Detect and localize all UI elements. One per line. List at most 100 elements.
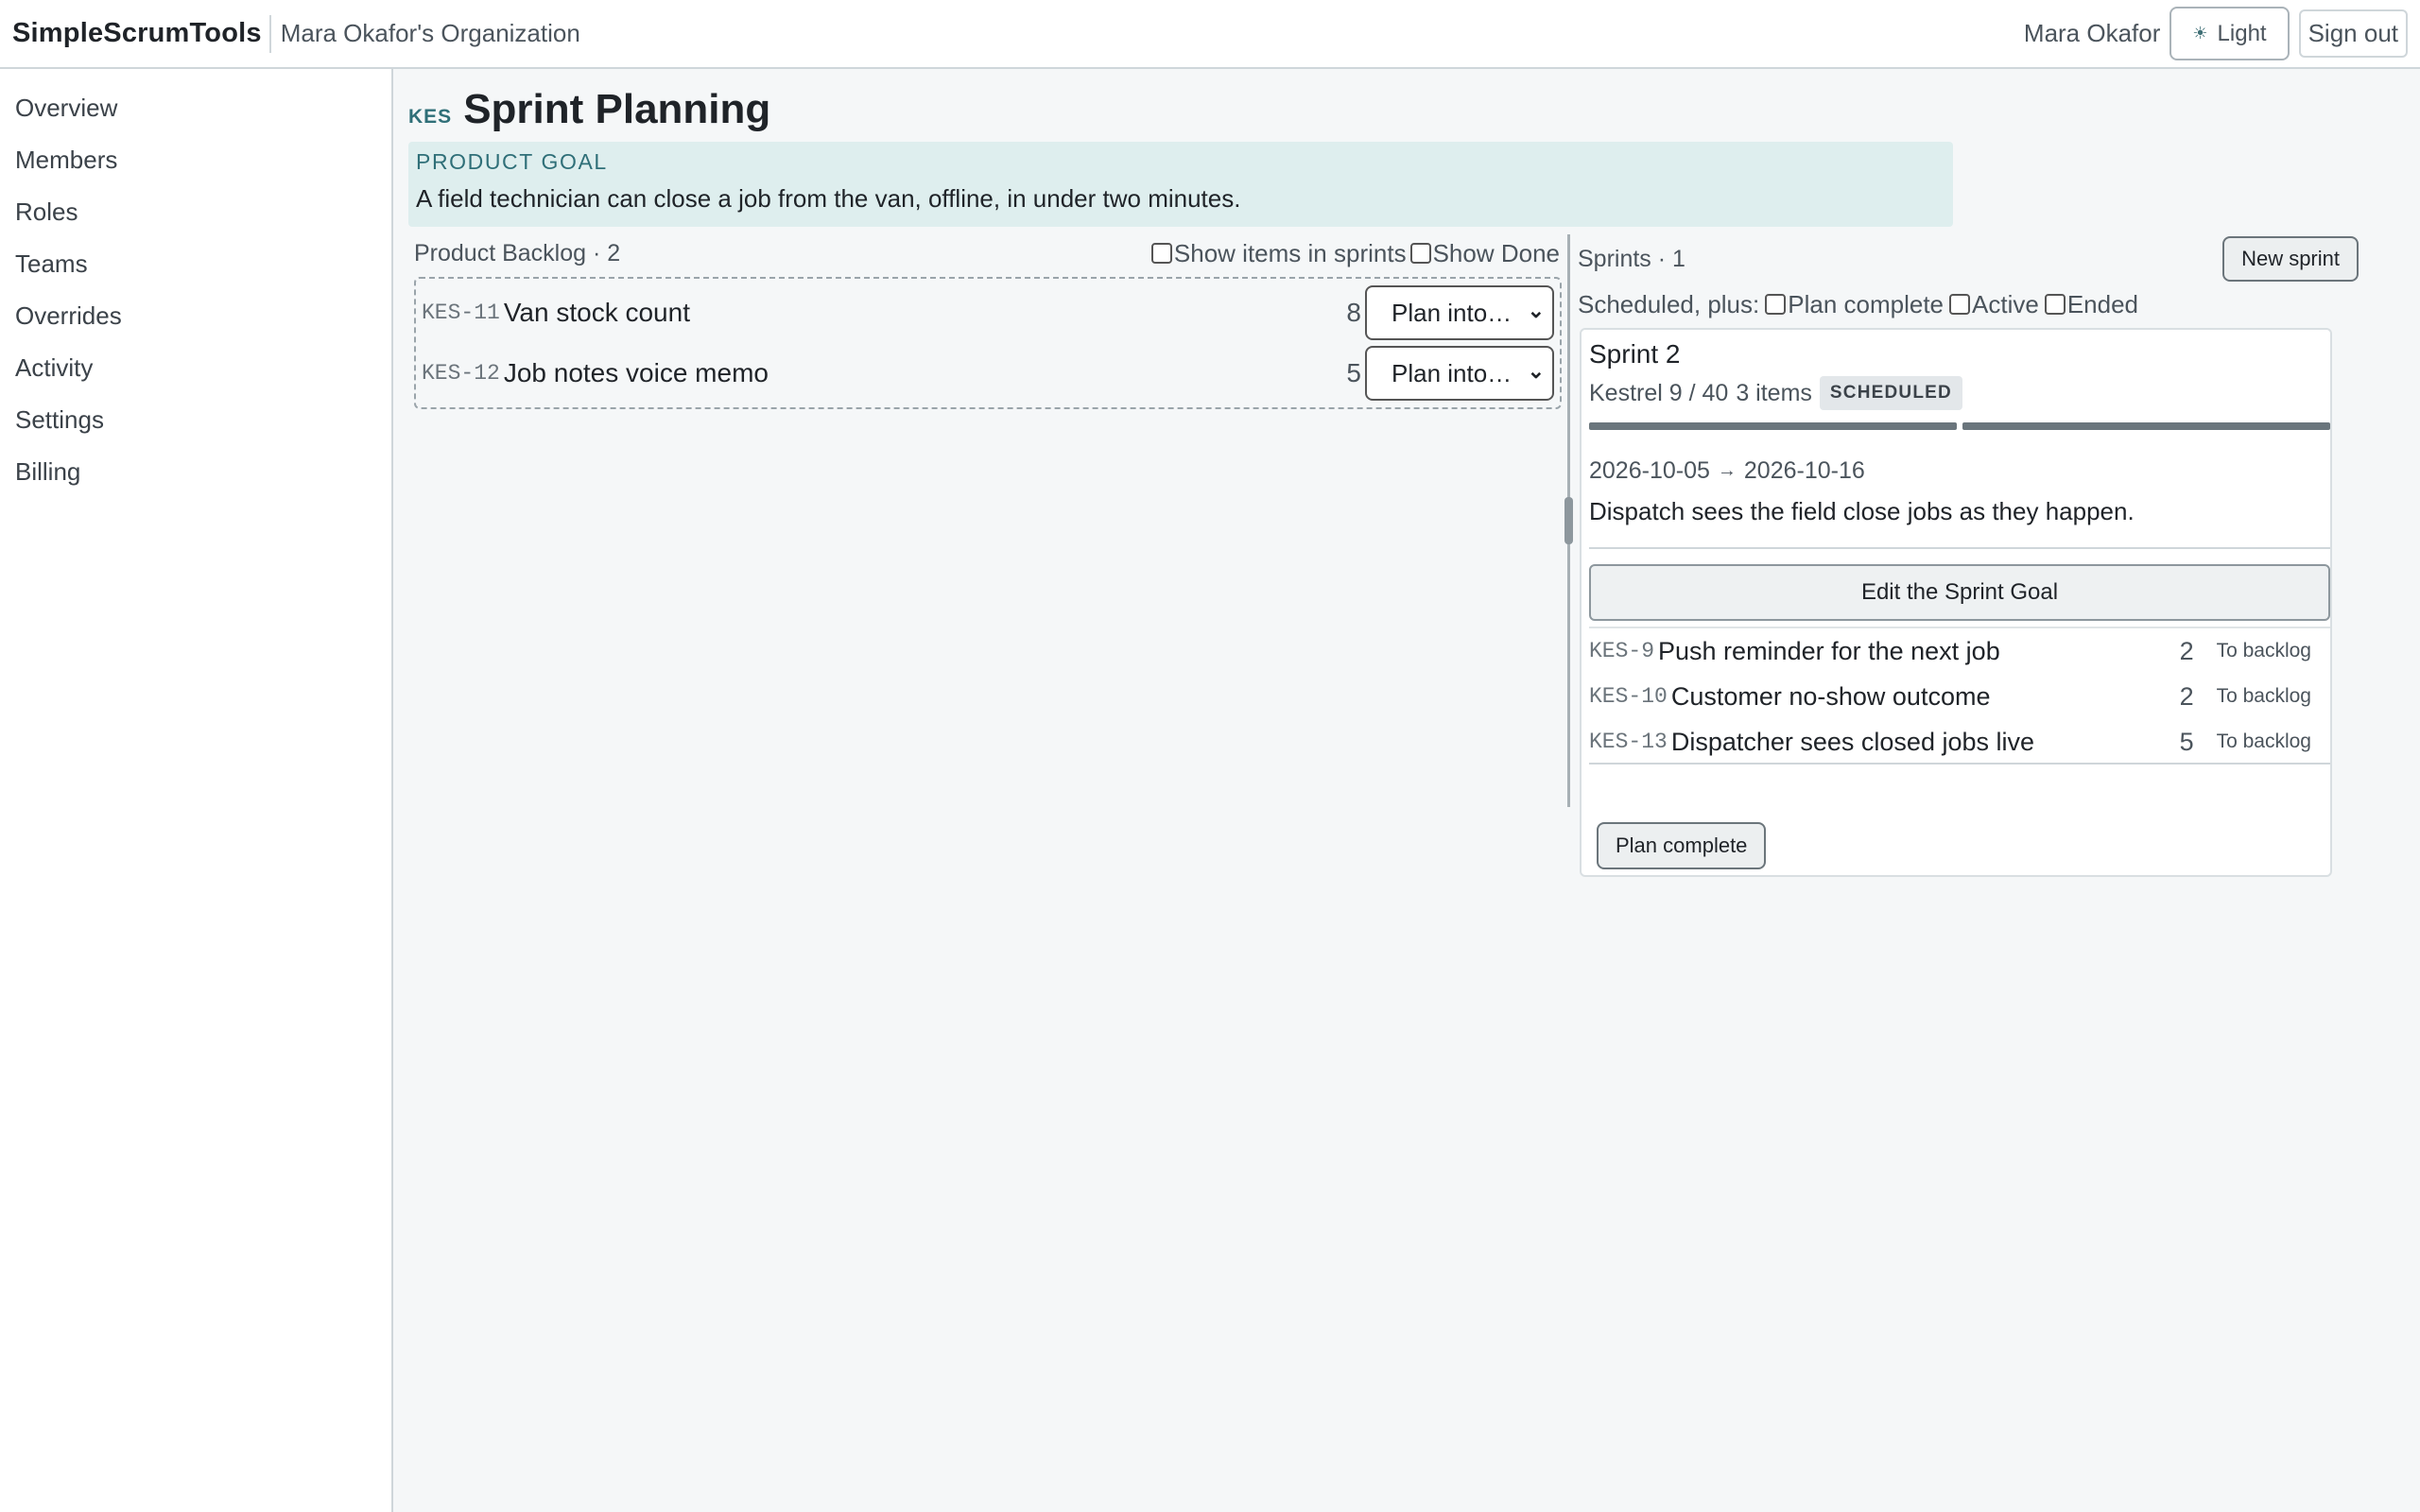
sign-out-button[interactable]: Sign out	[2298, 9, 2408, 58]
sprint-item-list: KES-9 Push reminder for the next job 2 T…	[1589, 627, 2330, 765]
sprints-title: Sprints · 1	[1578, 245, 1685, 272]
capacity-used-segment	[1589, 422, 1957, 430]
backlog-item[interactable]: KES-12 Job notes voice memo 5 Plan into……	[422, 346, 1554, 401]
ended-filter-label: Ended	[2066, 289, 2139, 318]
backlog-item[interactable]: KES-11 Van stock count 8 Plan into… ⌄	[422, 285, 1554, 340]
divider	[1589, 547, 2330, 549]
sidebar-item-teams[interactable]: Teams	[0, 238, 391, 290]
sidebar-item-members[interactable]: Members	[0, 134, 391, 186]
sprint-card: Sprint 2 Kestrel 9 / 40 3 items SCHEDULE…	[1580, 328, 2332, 877]
product-goal-label: PRODUCT GOAL	[416, 149, 608, 174]
backlog-list: KES-11 Van stock count 8 Plan into… ⌄ KE…	[414, 277, 1562, 409]
show-done-label: Show Done	[1432, 238, 1560, 267]
show-done-filter[interactable]: Show Done	[1409, 238, 1560, 268]
sprint-item[interactable]: KES-13 Dispatcher sees closed jobs live …	[1589, 719, 2330, 765]
item-points: 5	[1346, 358, 1361, 387]
top-header: SimpleScrumTools Mara Okafor's Organizat…	[0, 0, 2420, 69]
new-sprint-button[interactable]: New sprint	[2222, 236, 2359, 282]
item-title[interactable]: Job notes voice memo	[504, 358, 769, 388]
page-title: Sprint Planning	[463, 86, 771, 132]
app-brand[interactable]: SimpleScrumTools	[0, 18, 269, 49]
edit-sprint-goal-button[interactable]: Edit the Sprint Goal	[1589, 564, 2330, 621]
item-key[interactable]: KES-10	[1589, 684, 1668, 709]
to-backlog-button[interactable]: To backlog	[2217, 685, 2311, 708]
sidebar: Overview Members Roles Teams Overrides A…	[0, 69, 393, 1512]
active-filter[interactable]: Active	[1949, 290, 2039, 319]
sprint-meta: Kestrel 9 / 40 3 items SCHEDULED	[1589, 376, 1962, 410]
sidebar-item-billing[interactable]: Billing	[0, 446, 391, 498]
sidebar-item-settings[interactable]: Settings	[0, 394, 391, 446]
item-points: 2	[2179, 681, 2194, 711]
product-goal-text: A field technician can close a job from …	[416, 184, 1241, 213]
item-title[interactable]: Customer no-show outcome	[1671, 682, 1991, 712]
sprint-item[interactable]: KES-10 Customer no-show outcome 2 To bac…	[1589, 674, 2330, 719]
sprint-goal: Dispatch sees the field close jobs as th…	[1589, 497, 2135, 525]
sidebar-item-roles[interactable]: Roles	[0, 186, 391, 238]
plan-complete-button[interactable]: Plan complete	[1597, 822, 1767, 869]
chevron-down-icon: ⌄	[1527, 299, 1545, 322]
active-checkbox[interactable]	[1949, 294, 1971, 315]
active-filter-label: Active	[1972, 289, 2039, 318]
item-points: 2	[2179, 636, 2194, 665]
capacity-bar	[1589, 422, 2330, 430]
project-key: KES	[408, 106, 453, 128]
sprints-header: Sprints · 1 New sprint	[1578, 234, 2359, 284]
page-title-row: KES Sprint Planning	[408, 86, 770, 133]
plan-into-select[interactable]: Plan into… ⌄	[1365, 285, 1554, 340]
team-capacity: Kestrel 9 / 40	[1589, 379, 1729, 406]
sprint-start-date: 2026-10-05	[1589, 457, 1710, 484]
sprint-dates: 2026-10-05 → 2026-10-16	[1589, 457, 1865, 485]
item-points: 5	[2179, 727, 2194, 756]
item-title[interactable]: Push reminder for the next job	[1658, 637, 2000, 666]
show-in-sprints-checkbox[interactable]	[1150, 243, 1172, 264]
backlog-title: Product Backlog · 2	[414, 239, 621, 266]
item-key[interactable]: KES-12	[422, 361, 500, 386]
organization-name[interactable]: Mara Okafor's Organization	[281, 19, 580, 48]
ended-checkbox[interactable]	[2044, 294, 2066, 315]
show-done-checkbox[interactable]	[1409, 243, 1431, 264]
item-key[interactable]: KES-9	[1589, 639, 1654, 663]
sprint-name: Sprint 2	[1589, 339, 1681, 369]
divider	[1589, 763, 2330, 765]
main-content: KES Sprint Planning PRODUCT GOAL A field…	[395, 69, 2420, 1512]
sun-icon: ☀	[2192, 24, 2208, 43]
backlog-filters: Show items in sprints Show Done	[1150, 238, 1560, 268]
sidebar-item-overview[interactable]: Overview	[0, 82, 391, 134]
status-badge: SCHEDULED	[1819, 376, 1962, 410]
plan-into-select-value: Plan into…	[1392, 298, 1512, 327]
sprint-end-date: 2026-10-16	[1743, 457, 1865, 484]
chevron-down-icon: ⌄	[1527, 359, 1545, 383]
item-key[interactable]: KES-13	[1589, 730, 1668, 754]
user-name: Mara Okafor	[2023, 19, 2161, 47]
theme-toggle-label: Light	[2217, 20, 2267, 46]
sprint-item-count: 3 items	[1736, 379, 1812, 406]
plan-into-select-value: Plan into…	[1392, 358, 1512, 387]
header-actions: Mara Okafor ☀ Light Sign out	[2024, 7, 2420, 60]
sidebar-item-overrides[interactable]: Overrides	[0, 290, 391, 342]
ended-filter[interactable]: Ended	[2044, 289, 2139, 319]
resize-handle[interactable]	[1564, 497, 1573, 544]
backlog-header: Product Backlog · 2 Show items in sprint…	[414, 236, 1560, 270]
sprint-filter-prefix: Scheduled, plus:	[1578, 289, 1760, 318]
sprint-filters: Scheduled, plus: Plan complete Active En…	[1578, 287, 2138, 321]
sprint-item[interactable]: KES-9 Push reminder for the next job 2 T…	[1589, 628, 2330, 674]
plan-complete-checkbox[interactable]	[1765, 294, 1787, 315]
arrow-right-icon: →	[1717, 460, 1737, 481]
show-in-sprints-filter[interactable]: Show items in sprints	[1150, 238, 1407, 268]
show-in-sprints-label: Show items in sprints	[1173, 238, 1407, 267]
to-backlog-button[interactable]: To backlog	[2217, 640, 2311, 662]
capacity-remaining-segment	[1962, 422, 2330, 430]
brand-divider	[268, 14, 271, 53]
item-title[interactable]: Dispatcher sees closed jobs live	[1671, 728, 2034, 757]
item-points: 8	[1346, 298, 1361, 327]
item-title[interactable]: Van stock count	[504, 298, 690, 328]
plan-complete-filter[interactable]: Plan complete	[1765, 290, 1944, 319]
theme-toggle-button[interactable]: ☀ Light	[2169, 7, 2290, 60]
sidebar-item-activity[interactable]: Activity	[0, 342, 391, 394]
sidebar-nav: Overview Members Roles Teams Overrides A…	[0, 69, 391, 498]
item-key[interactable]: KES-11	[422, 301, 500, 325]
plan-complete-filter-label: Plan complete	[1788, 289, 1945, 318]
product-goal-box: PRODUCT GOAL A field technician can clos…	[408, 142, 1953, 227]
to-backlog-button[interactable]: To backlog	[2217, 730, 2311, 753]
plan-into-select[interactable]: Plan into… ⌄	[1365, 346, 1554, 401]
